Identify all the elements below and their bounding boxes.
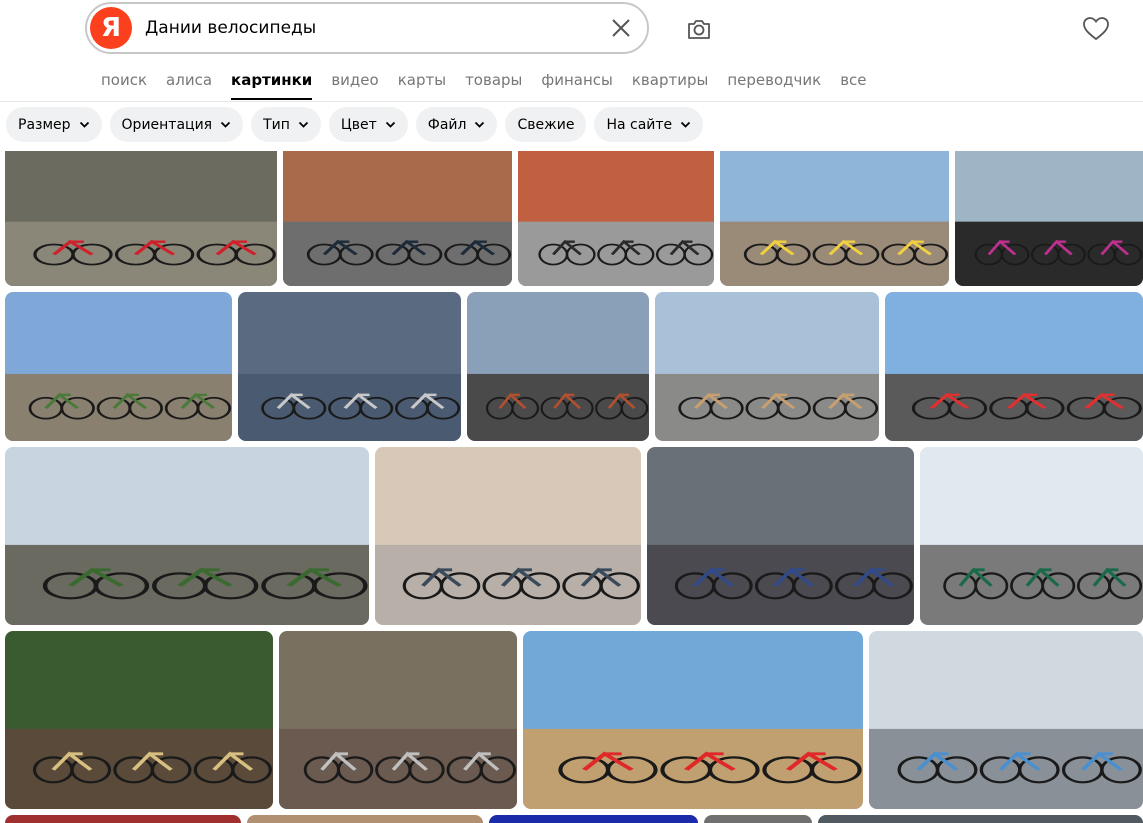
photo-placeholder: [467, 292, 649, 441]
close-icon[interactable]: [609, 16, 633, 40]
camera-icon[interactable]: [686, 16, 712, 42]
image-result-thumbnail[interactable]: [238, 292, 461, 441]
heart-icon[interactable]: [1082, 15, 1110, 43]
image-result-thumbnail[interactable]: [489, 815, 698, 823]
image-result-thumbnail[interactable]: [818, 815, 1143, 823]
tab-search[interactable]: поиск: [101, 71, 147, 101]
chevron-down-icon: [79, 121, 89, 128]
filter-size[interactable]: Размер: [6, 107, 102, 142]
photo-placeholder: [885, 292, 1143, 441]
chevron-down-icon: [385, 121, 395, 128]
chevron-down-icon: [475, 121, 485, 128]
photo-placeholder: [279, 631, 517, 809]
filter-file[interactable]: Файл: [415, 107, 498, 142]
photo-placeholder: [523, 631, 863, 809]
filter-on-site[interactable]: На сайте: [594, 107, 704, 142]
photo-placeholder: [655, 292, 879, 441]
image-result-thumbnail[interactable]: [279, 631, 517, 809]
tab-video[interactable]: видео: [331, 71, 378, 101]
image-result-thumbnail[interactable]: [920, 447, 1143, 625]
photo-placeholder: [869, 631, 1143, 809]
service-tabs: поиск алиса картинки видео карты товары …: [101, 71, 886, 101]
header: Я Дании велосипеды поиск алиса картинки …: [0, 0, 1143, 102]
tab-finance[interactable]: финансы: [541, 71, 612, 101]
image-result-thumbnail[interactable]: [955, 151, 1143, 286]
image-result-thumbnail[interactable]: [5, 292, 232, 441]
photo-placeholder: [5, 292, 232, 441]
image-result-thumbnail[interactable]: [518, 151, 714, 286]
photo-placeholder: [720, 151, 949, 286]
photo-placeholder: [5, 815, 241, 823]
image-result-thumbnail[interactable]: [720, 151, 949, 286]
image-result-thumbnail[interactable]: [5, 447, 369, 625]
image-result-thumbnail[interactable]: [283, 151, 512, 286]
photo-placeholder: [283, 151, 512, 286]
image-result-thumbnail[interactable]: [885, 292, 1143, 441]
image-result-thumbnail[interactable]: [247, 815, 483, 823]
filter-orientation[interactable]: Ориентация: [109, 107, 244, 142]
image-result-thumbnail[interactable]: [869, 631, 1143, 809]
tab-goods[interactable]: товары: [465, 71, 522, 101]
photo-placeholder: [518, 151, 714, 286]
photo-placeholder: [5, 631, 273, 809]
photo-placeholder: [247, 815, 483, 823]
search-input[interactable]: Дании велосипеды: [145, 18, 316, 38]
photo-placeholder: [489, 815, 698, 823]
photo-placeholder: [704, 815, 812, 823]
photo-placeholder: [818, 815, 1143, 823]
chevron-down-icon: [298, 121, 309, 128]
tab-alice[interactable]: алиса: [166, 71, 212, 101]
image-result-thumbnail[interactable]: [5, 815, 241, 823]
photo-placeholder: [955, 151, 1143, 286]
tab-images[interactable]: картинки: [231, 71, 313, 101]
image-result-thumbnail[interactable]: [5, 631, 273, 809]
photo-placeholder: [238, 292, 461, 441]
chevron-down-icon: [681, 121, 691, 128]
photo-placeholder: [5, 447, 369, 625]
photo-placeholder: [920, 447, 1143, 625]
image-result-thumbnail[interactable]: [704, 815, 812, 823]
image-result-thumbnail[interactable]: [375, 447, 641, 625]
photo-placeholder: [375, 447, 641, 625]
image-result-thumbnail[interactable]: [655, 292, 879, 441]
filter-type[interactable]: Тип: [251, 107, 321, 142]
image-result-thumbnail[interactable]: [467, 292, 649, 441]
tab-maps[interactable]: карты: [398, 71, 446, 101]
search-box[interactable]: Я Дании велосипеды: [85, 2, 649, 54]
tab-all[interactable]: все: [840, 71, 866, 101]
image-result-thumbnail[interactable]: [647, 447, 914, 625]
filter-color[interactable]: Цвет: [328, 107, 408, 142]
tab-translator[interactable]: переводчик: [727, 71, 821, 101]
photo-placeholder: [5, 151, 277, 286]
tab-realty[interactable]: квартиры: [632, 71, 708, 101]
filter-fresh[interactable]: Свежие: [505, 107, 587, 142]
image-result-thumbnail[interactable]: [5, 151, 277, 286]
image-results-grid: [0, 151, 1143, 823]
chevron-down-icon: [220, 121, 231, 128]
photo-placeholder: [647, 447, 914, 625]
yandex-logo[interactable]: Я: [90, 7, 132, 49]
filter-bar: Размер Ориентация Тип Цвет Файл Свежие Н…: [6, 107, 704, 142]
image-result-thumbnail[interactable]: [523, 631, 863, 809]
